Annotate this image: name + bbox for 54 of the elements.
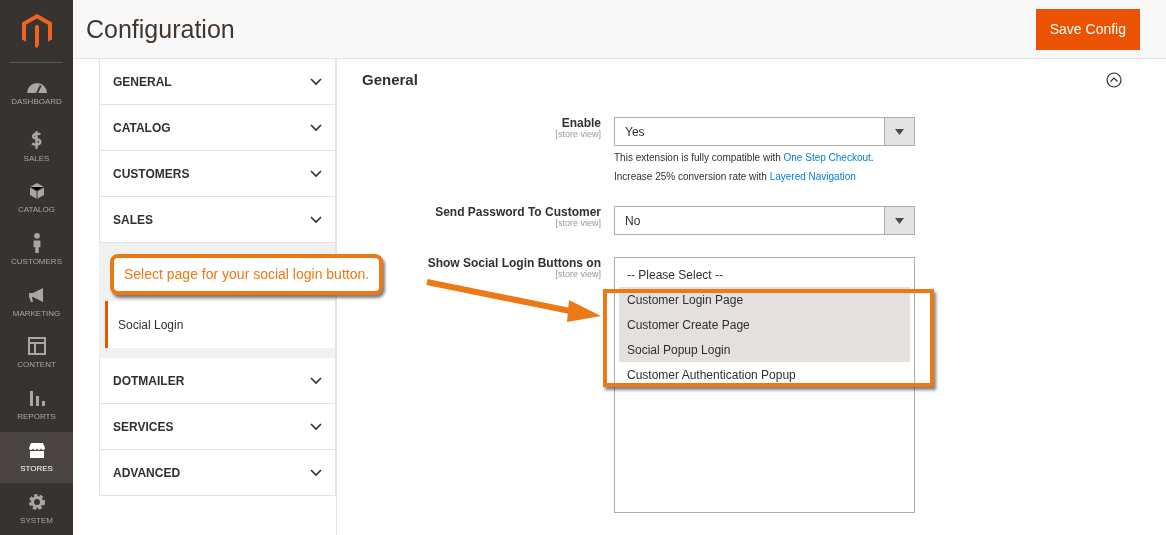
select-field[interactable]: Yes: [614, 117, 915, 146]
sidebar-item[interactable]: CONTENT: [0, 328, 73, 380]
save-config-button[interactable]: Save Config: [1035, 8, 1140, 50]
field-label: Show Social Login Buttons on: [427, 257, 601, 270]
chevron-down-icon: [310, 376, 322, 385]
dropdown-arrow-icon: [895, 217, 904, 224]
collapse-icon[interactable]: [1106, 72, 1122, 88]
config-group-header[interactable]: GENERAL: [99, 59, 336, 105]
select-option[interactable]: Customer Create Page: [619, 312, 910, 337]
chevron-down-icon: [310, 169, 322, 178]
select-option[interactable]: Social Popup Login: [619, 337, 910, 362]
sidebar-item[interactable]: DASHBOARD: [0, 69, 73, 122]
callout-note: Select page for your social login button.: [110, 254, 384, 295]
field-label: Enable: [561, 117, 601, 130]
chevron-down-icon: [310, 422, 322, 431]
chevron-down-icon: [310, 468, 322, 477]
config-group-header[interactable]: SERVICES: [99, 404, 336, 450]
help-link[interactable]: Layered Navigation: [769, 171, 856, 182]
config-tab[interactable]: Social Login: [105, 301, 335, 348]
chevron-down-icon: [310, 215, 322, 224]
page-title: Configuration: [86, 14, 235, 44]
config-group-header[interactable]: CUSTOMERS: [99, 151, 336, 197]
section-title[interactable]: General: [362, 71, 418, 89]
sidebar-item[interactable]: REPORTS: [0, 379, 73, 432]
dollar-icon: [31, 129, 42, 150]
scope-label: [store view]: [555, 130, 601, 141]
select-field[interactable]: No: [614, 206, 915, 235]
config-group-header[interactable]: DOTMAILER: [99, 358, 336, 404]
scope-label: [store view]: [555, 270, 601, 281]
select-option[interactable]: -- Please Select --: [619, 262, 910, 287]
field-label: Send Password To Customer: [435, 206, 601, 219]
select-option[interactable]: Customer Authentication Popup: [619, 362, 910, 387]
sidebar-item[interactable]: CUSTOMERS: [0, 224, 73, 277]
gauge-icon: [26, 82, 47, 93]
sidebar-item[interactable]: CATALOG: [0, 172, 73, 225]
scope-label: [store view]: [555, 219, 601, 230]
config-group-header[interactable]: SALES: [99, 197, 336, 243]
sidebar-item[interactable]: STORES: [0, 431, 73, 484]
sidebar-item[interactable]: SYSTEM: [0, 483, 73, 535]
help-link[interactable]: One Step Checkout: [783, 152, 871, 163]
sidebar-item[interactable]: MARKETING: [0, 276, 73, 329]
person-icon: [32, 233, 41, 253]
chevron-down-icon: [310, 123, 322, 132]
help-text: This extension is fully compatible with One Step Checkout.: [614, 151, 875, 165]
dropdown-arrow-icon: [895, 128, 904, 135]
logo-icon[interactable]: [21, 14, 52, 49]
multiselect-field[interactable]: -- Please Select -- Customer Login Page Customer Create Page Social Popup Login Customer Authentication Popup: [614, 257, 915, 513]
sidebar-item[interactable]: SALES: [0, 121, 73, 173]
config-group-header[interactable]: CATALOG: [99, 105, 336, 151]
help-text: Increase 25% conversion rate with Layered Navigation: [614, 170, 857, 184]
chevron-down-icon: [310, 77, 322, 86]
gear-icon: [26, 491, 47, 512]
config-group-header[interactable]: ADVANCED: [99, 450, 336, 496]
layout-icon: [26, 336, 47, 357]
